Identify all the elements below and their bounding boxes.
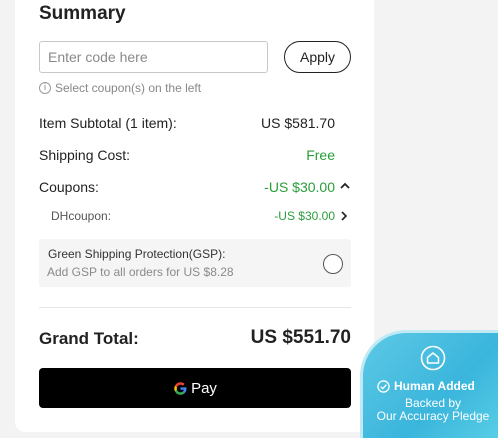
badge-human-added: Human Added — [377, 379, 475, 393]
subtotal-label: Item Subtotal (1 item): — [39, 115, 177, 131]
gsp-title: Green Shipping Protection(GSP): — [48, 247, 226, 261]
accuracy-pledge-badge: Human Added Backed by Our Accuracy Pledg… — [360, 330, 498, 438]
subtotal-value: US $581.70 — [261, 115, 335, 131]
chevron-right-icon[interactable] — [339, 210, 349, 222]
gsp-subtitle: Add GSP to all orders for US $8.28 — [47, 265, 234, 279]
dhcoupon-value[interactable]: -US $30.00 — [274, 209, 335, 223]
coupon-hint-text: Select coupon(s) on the left — [55, 81, 202, 95]
coupons-label[interactable]: Coupons: — [39, 179, 99, 195]
apply-coupon-button[interactable]: Apply — [284, 41, 351, 73]
info-icon: i — [39, 82, 51, 94]
grand-total-label: Grand Total: — [39, 329, 139, 348]
divider — [39, 307, 351, 308]
chevron-up-icon[interactable] — [339, 180, 351, 192]
google-pay-button[interactable]: Pay — [39, 368, 351, 408]
badge-line3-text: Our Accuracy Pledge — [376, 409, 490, 423]
coupons-value[interactable]: -US $30.00 — [264, 179, 335, 195]
badge-pledge-text: Backed by Our Accuracy Pledge — [363, 397, 498, 423]
grand-total-value: US $551.70 — [250, 327, 351, 348]
summary-title: Summary — [39, 3, 126, 24]
google-g-icon — [174, 381, 187, 395]
badge-line1-text: Human Added — [394, 379, 475, 393]
dhcoupon-label[interactable]: DHcoupon: — [51, 209, 111, 223]
gpay-label: Pay — [191, 379, 217, 397]
coupon-hint: i Select coupon(s) on the left — [39, 81, 201, 95]
check-circle-icon — [377, 379, 390, 393]
shipping-label: Shipping Cost: — [39, 147, 131, 163]
gsp-radio[interactable] — [323, 254, 343, 274]
shipping-value: Free — [306, 147, 335, 163]
coupon-code-input[interactable] — [39, 41, 268, 73]
home-shield-icon — [420, 345, 446, 371]
gsp-option[interactable]: Green Shipping Protection(GSP): Add GSP … — [39, 239, 351, 287]
